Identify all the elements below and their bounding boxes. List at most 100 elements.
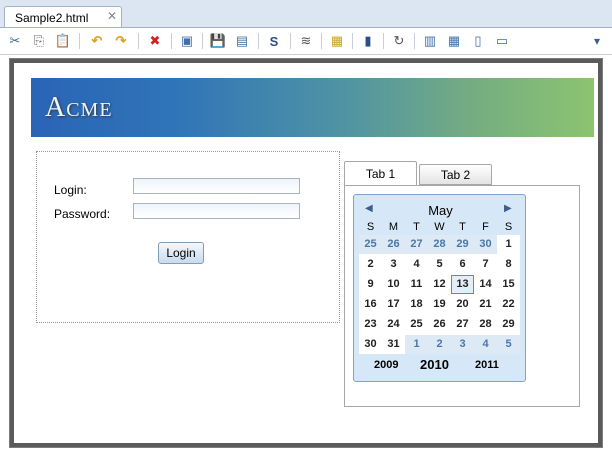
calendar-day[interactable]: 20 [451,295,474,314]
cut-icon[interactable]: ✂ [6,32,24,50]
calendar-day[interactable]: 7 [474,255,497,274]
refresh-icon[interactable]: ↻ [390,32,408,50]
password-input[interactable] [133,203,300,219]
calendar-day[interactable]: 8 [497,255,520,274]
calendar-day[interactable]: 13 [451,275,474,294]
save-icon[interactable]: 💾 [209,32,227,50]
password-label: Password: [54,207,111,221]
calendar-day[interactable]: 5 [497,335,520,354]
undo-icon[interactable]: ↶ [88,32,106,50]
toolbar-separator [258,33,259,49]
weekday-label: T [413,221,420,233]
calendar-day[interactable]: 28 [474,315,497,334]
calendar-day[interactable]: 19 [428,295,451,314]
acme-logo: Acme [45,92,113,123]
login-label: Login: [54,183,87,197]
redo-icon[interactable]: ↷ [112,32,130,50]
columns-icon[interactable]: ▯ [469,32,487,50]
tab-1[interactable]: Tab 1 [344,161,417,186]
toolbar-separator [383,33,384,49]
next-year[interactable]: 2011 [475,359,499,371]
calendar-day[interactable]: 31 [382,335,405,354]
calendar-day[interactable]: 5 [428,255,451,274]
calendar-day[interactable]: 2 [428,335,451,354]
preview-icon[interactable]: ▣ [178,32,196,50]
calendar-day[interactable]: 16 [359,295,382,314]
calendar-day[interactable]: 12 [428,275,451,294]
paste-icon[interactable]: 📋 [54,32,72,50]
header-banner: Acme [31,78,594,137]
calendar-day[interactable]: 21 [474,295,497,314]
calendar-day[interactable]: 26 [428,315,451,334]
calendar-day[interactable]: 26 [382,235,405,254]
calendar-day[interactable]: 24 [382,315,405,334]
toolbar-menu-icon[interactable]: ▾ [588,32,606,50]
split-icon[interactable]: ▦ [445,32,463,50]
calendar-day[interactable]: 25 [405,315,428,334]
calendar-grid: 25 26 27 28 29 30 1 2 3 4 5 6 7 8 9 10 11 12 13 14 15 16 17 18 1… [359,235,520,354]
calendar-day[interactable]: 17 [382,295,405,314]
calendar-day[interactable]: 3 [382,255,405,274]
calendar-day[interactable]: 9 [359,275,382,294]
weekday-label: M [388,221,399,233]
calendar-day[interactable]: 11 [405,275,428,294]
toolbar-separator [79,33,80,49]
calendar-day[interactable]: 23 [359,315,382,334]
document-tab-title: Sample2.html [15,11,89,25]
calendar-day[interactable]: 27 [405,235,428,254]
toolbar-separator [321,33,322,49]
calendar-day[interactable]: 29 [451,235,474,254]
calendar-day[interactable]: 27 [451,315,474,334]
weekday-label: S [504,221,513,233]
rows-icon[interactable]: ▭ [493,32,511,50]
calendar: ◀ May ▶ SMTWTFS 25 26 27 28 29 30 1 2 3 4 5 6 7 8 9 10 1… [353,194,526,382]
login-button[interactable]: Login [158,242,204,264]
calendar-day[interactable]: 3 [451,335,474,354]
toolbar-separator [414,33,415,49]
calendar-day[interactable]: 22 [497,295,520,314]
editor-tab-strip: Sample2.html ✕ [0,0,612,28]
delete-icon[interactable]: ✖ [146,32,164,50]
editor-toolbar: ✂ ⎘ 📋 ↶ ↷ ✖ ▣ 💾 ▤ S ≋ ▦ ▮ ↻ ▥ ▦ ▯ ▭ ▾ [0,28,612,55]
calendar-day[interactable]: 1 [405,335,428,354]
image-icon[interactable]: ▦ [328,32,346,50]
toolbar-separator [202,33,203,49]
calendar-day[interactable]: 25 [359,235,382,254]
calendar-day[interactable]: 29 [497,315,520,334]
save-all-icon[interactable]: ▤ [233,32,251,50]
device-icon[interactable]: ▮ [359,32,377,50]
toolbar-separator [171,33,172,49]
calendar-day[interactable]: 4 [405,255,428,274]
copy-icon[interactable]: ⎘ [30,32,48,50]
wave-icon[interactable]: ≋ [297,32,315,50]
login-panel: Login: Password: Login [36,151,340,323]
tab-2[interactable]: Tab 2 [419,164,492,185]
weekday-label: F [482,221,489,233]
toolbar-separator [138,33,139,49]
calendar-day[interactable]: 1 [497,235,520,254]
calendar-day[interactable]: 30 [359,335,382,354]
calendar-day[interactable]: 6 [451,255,474,274]
close-tab-icon[interactable]: ✕ [107,9,117,23]
calendar-day[interactable]: 14 [474,275,497,294]
login-input[interactable] [133,178,300,194]
calendar-day[interactable]: 30 [474,235,497,254]
toolbar-separator [352,33,353,49]
calendar-day[interactable]: 10 [382,275,405,294]
source-icon[interactable]: S [265,32,283,50]
calendar-day[interactable]: 15 [497,275,520,294]
calendar-day[interactable]: 2 [359,255,382,274]
prev-year[interactable]: 2009 [374,359,398,371]
calendar-day[interactable]: 28 [428,235,451,254]
calendar-month: May [428,203,453,218]
next-month-icon[interactable]: ▶ [504,203,512,214]
design-canvas: Acme Login: Password: Login Tab 1 Tab 2 … [9,58,603,448]
document-tab[interactable]: Sample2.html ✕ [4,6,122,27]
layout-icon[interactable]: ▥ [421,32,439,50]
current-year: 2010 [420,357,449,372]
calendar-day[interactable]: 4 [474,335,497,354]
calendar-day[interactable]: 18 [405,295,428,314]
weekday-label: W [434,221,445,233]
weekday-label: T [459,221,466,233]
page-surface: Acme Login: Password: Login Tab 1 Tab 2 … [14,63,598,443]
